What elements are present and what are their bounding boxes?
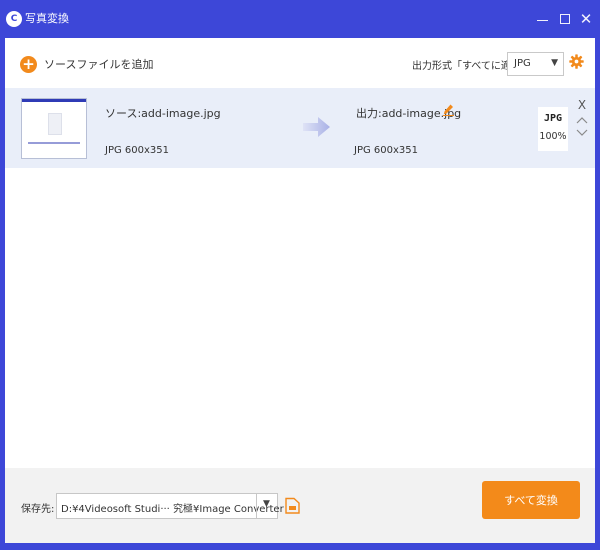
close-button[interactable]: ✕ [576,9,596,29]
chevron-down-icon: ▼ [551,58,558,68]
chevron-down-icon: ▼ [263,499,270,509]
app-logo-icon: C [6,11,22,27]
save-path-value: D:¥4Videosoft Studi··· 究極¥Image Converte… [61,504,284,515]
plus-icon: + [20,55,37,73]
convert-all-button[interactable]: すべて変換 [482,481,580,519]
remove-file-button[interactable]: X [575,98,589,112]
save-path-select[interactable]: D:¥4Videosoft Studi··· 究極¥Image Converte… [56,493,284,519]
app-window: C 写真変換 ✕ + ソースファイルを追加 出力形式「すべてに適用」: JPG … [0,0,600,550]
list-item[interactable]: ソース:add-image.jpg JPG 600x351 出力:add-ima… [5,88,595,168]
minimize-icon [537,20,548,21]
maximize-icon [560,14,570,24]
app-title: 写真変換 [25,12,69,25]
output-format-select[interactable]: JPG ▼ [507,52,564,76]
client-area: + ソースファイルを追加 出力形式「すべてに適用」: JPG ▼ ソース:add… [5,38,595,543]
output-format-badge-label: JPG [543,113,563,124]
output-file-info: JPG 600x351 [354,145,418,156]
open-folder-icon[interactable] [285,497,300,514]
bottom-bar: 保存先: D:¥4Videosoft Studi··· 究極¥Image Con… [5,468,595,543]
file-list: ソース:add-image.jpg JPG 600x351 出力:add-ima… [5,88,595,468]
minimize-button[interactable] [533,9,553,29]
toolbar: + ソースファイルを追加 出力形式「すべてに適用」: JPG ▼ [5,38,595,88]
quality-value: 100% [539,131,567,142]
move-down-icon[interactable] [576,128,588,138]
edit-pencil-icon[interactable] [443,104,454,116]
source-file-name: ソース:add-image.jpg [105,107,221,120]
image-thumbnail [21,98,87,159]
gear-icon[interactable] [569,54,584,69]
add-source-file-label: ソースファイルを追加 [44,58,154,71]
move-up-icon[interactable] [576,115,588,125]
output-format-badge[interactable]: JPG 100% [538,107,568,151]
title-bar: C 写真変換 ✕ [0,0,600,38]
save-location-label: 保存先: [21,504,55,515]
add-source-file-button[interactable]: + ソースファイルを追加 [20,54,153,74]
source-file-info: JPG 600x351 [105,145,169,156]
output-format-value: JPG [514,58,531,69]
maximize-button[interactable] [555,9,575,29]
arrow-right-icon [303,117,330,137]
